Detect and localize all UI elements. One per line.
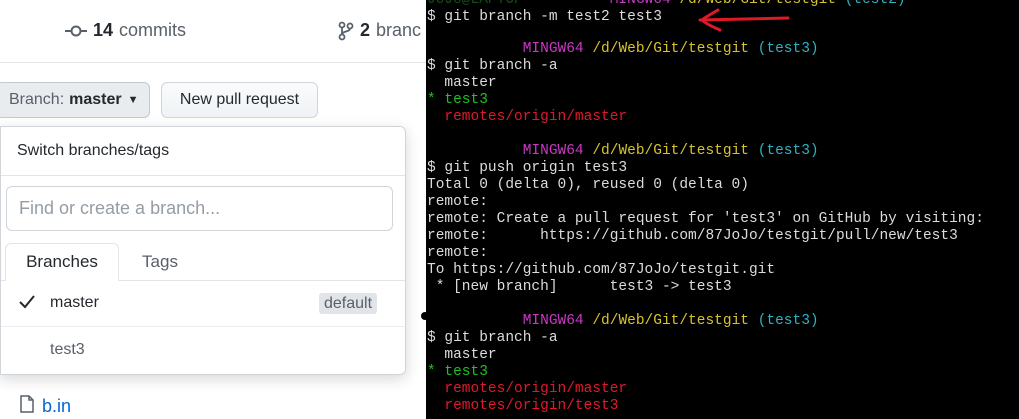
terminal-prompt-partial: JoJo@LAPTOP- MINGW64 /d/Web/Git/testgit … [427,0,906,8]
commits-label: commits [119,20,187,40]
terminal-output: remote: [427,245,488,261]
file-icon [20,395,34,418]
terminal-remote-branch: remotes/origin/master [427,381,628,397]
terminal-command: $ git branch -m test2 test3 [427,9,662,25]
branch-item-label: master [50,294,99,311]
branch-filter-input[interactable] [6,186,393,231]
terminal-command: $ git branch -a [427,58,558,74]
terminal-output: remote: https://github.com/87JoJo/testgi… [427,228,958,244]
branches-label: branc [376,20,422,40]
branch-select-button[interactable]: Branch: master ▼ [0,82,150,118]
terminal-output: * [new branch] test3 -> test3 [427,279,732,295]
file-link-row[interactable]: b.in [20,395,71,418]
tab-tags[interactable]: Tags [119,243,201,280]
commits-count: 14 [93,20,114,40]
terminal-output: To https://github.com/87JoJo/testgit.git [427,262,776,278]
menu-header: Switch branches/tags [1,127,405,176]
branch-item-master[interactable]: master default [1,280,405,327]
github-panel: 14 commits 2 branc Branch: master ▼ New … [0,0,426,419]
branch-item-test3[interactable]: test3 [1,327,405,374]
terminal-command: $ git push origin test3 [427,160,628,176]
default-badge: default [319,293,378,314]
terminal-current-branch: * test3 [427,364,488,380]
branch-select-value: master [69,91,122,108]
commit-icon [65,24,87,38]
check-icon [19,295,35,314]
terminal-edge-dot [421,312,429,320]
commits-link[interactable]: 14 commits [65,20,186,41]
terminal-output: Total 0 (delta 0), reused 0 (delta 0) [427,177,749,193]
caret-down-icon: ▼ [127,94,139,106]
menu-title: Switch branches/tags [17,142,170,159]
tab-branches[interactable]: Branches [5,243,119,281]
terminal-command: $ git branch -a [427,330,558,346]
terminal-output: master [427,347,497,363]
terminal-output: remote: Create a pull request for 'test3… [427,211,984,227]
branches-count: 2 [360,20,371,40]
terminal-current-branch: * test3 [427,92,488,108]
terminal-output: master [427,75,497,91]
branch-switcher-menu: Switch branches/tags Branches Tags maste… [0,126,406,375]
terminal-remote-branch: remotes/origin/test3 [427,398,619,414]
repo-stats-bar: 14 commits 2 branc [0,0,426,63]
terminal-prompt: MINGW64 /d/Web/Git/testgit (test3) [522,143,819,159]
terminal-output: remote: [427,194,488,210]
switcher-tabs: Branches Tags [1,243,405,281]
branch-icon [338,21,354,41]
branches-link[interactable]: 2 branc [338,20,421,41]
file-link[interactable]: b.in [42,396,71,417]
branch-select-label: Branch: [9,91,65,108]
terminal-remote-branch: remotes/origin/master [427,109,628,125]
terminal-prompt: MINGW64 /d/Web/Git/testgit (test3) [522,41,819,57]
terminal-prompt: MINGW64 /d/Web/Git/testgit (test3) [522,313,819,329]
annotation-arrow-icon [698,8,790,32]
branch-item-label: test3 [50,341,85,358]
new-pull-request-button[interactable]: New pull request [161,82,318,118]
terminal-window[interactable]: JoJo@LAPTOP- MINGW64 /d/Web/Git/testgit … [426,0,1019,419]
